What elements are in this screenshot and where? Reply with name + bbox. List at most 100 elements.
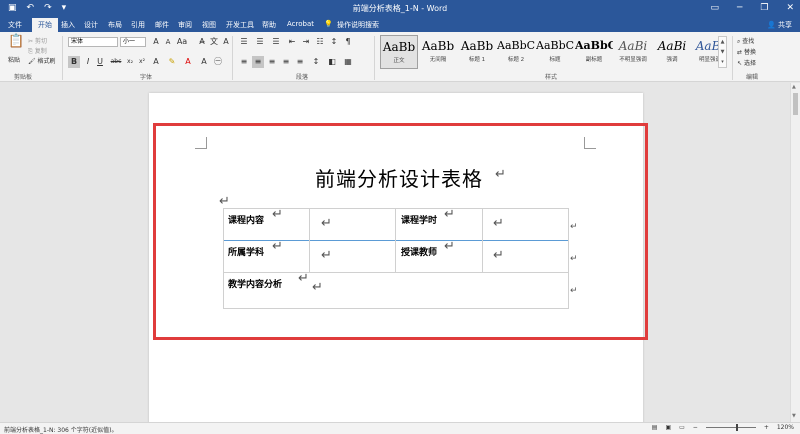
- styles-group-label: 样式: [545, 74, 558, 81]
- status-right: ▤ ▣ ▭ − + 120%: [652, 424, 794, 431]
- style-heading-2[interactable]: AaBbC 标题 2: [497, 35, 535, 69]
- web-layout-icon[interactable]: ▭: [679, 424, 685, 431]
- style-no-spacing[interactable]: AaBb 无间隔: [419, 35, 457, 69]
- group-divider: [232, 36, 233, 80]
- lightbulb-icon: 💡: [324, 20, 333, 28]
- minimize-icon[interactable]: ─: [737, 2, 742, 14]
- zoom-in-icon[interactable]: +: [764, 424, 769, 431]
- word-count-status[interactable]: 前端分析表格_1-N: 306 个字符(近似值)。: [4, 425, 117, 434]
- ribbon-options-icon[interactable]: ▭: [710, 2, 719, 14]
- asian-layout-icon[interactable]: ☷: [314, 36, 326, 48]
- align-center-icon[interactable]: ≡: [252, 56, 264, 68]
- replace-icon: ⇄: [737, 49, 743, 56]
- group-divider: [374, 36, 375, 80]
- character-border-icon[interactable]: A: [220, 36, 232, 48]
- change-case-icon[interactable]: Aa: [176, 36, 188, 48]
- tab-view[interactable]: 视图: [202, 20, 216, 30]
- ribbon: 📋 粘贴 ✂ 剪切 ⎘ 复制 🖌 格式刷 剪贴板 宋体 小一 A A Aa A̶…: [0, 32, 800, 82]
- style-title[interactable]: AaBbC 标题: [536, 35, 574, 69]
- zoom-level[interactable]: 120%: [777, 424, 794, 431]
- show-marks-icon[interactable]: ¶: [342, 36, 354, 48]
- bold-button[interactable]: B: [68, 56, 80, 68]
- phonetic-guide-icon[interactable]: 文: [208, 36, 220, 48]
- group-divider: [62, 36, 63, 80]
- cut-button[interactable]: ✂ 剪切: [28, 36, 47, 45]
- tell-me-search[interactable]: 操作说明搜索: [337, 20, 379, 30]
- bullets-icon[interactable]: ☰: [238, 36, 250, 48]
- annotation-highlight-box: [153, 123, 648, 340]
- tab-acrobat[interactable]: Acrobat: [287, 20, 314, 28]
- scrollbar-thumb[interactable]: [793, 93, 798, 115]
- format-painter-button[interactable]: 🖌 格式刷: [28, 56, 56, 65]
- tab-layout[interactable]: 布局: [108, 20, 122, 30]
- shrink-font-icon[interactable]: A: [162, 36, 174, 48]
- paste-label[interactable]: 粘贴: [8, 55, 20, 64]
- zoom-slider-thumb[interactable]: [735, 424, 738, 431]
- copy-button[interactable]: ⎘ 复制: [28, 46, 47, 56]
- close-icon[interactable]: ✕: [786, 2, 794, 14]
- replace-button[interactable]: ⇄ 替换: [737, 47, 756, 56]
- clipboard-group-label: 剪贴板: [14, 74, 33, 81]
- font-color-icon[interactable]: A: [182, 56, 194, 68]
- tab-help[interactable]: 帮助: [262, 20, 276, 30]
- grow-font-icon[interactable]: A: [150, 36, 162, 48]
- tab-design[interactable]: 设计: [84, 20, 98, 30]
- style-subtitle[interactable]: AaBbC 副标题: [575, 35, 613, 69]
- underline-button[interactable]: U: [94, 56, 106, 68]
- zoom-slider[interactable]: [705, 424, 756, 431]
- title-bar: ▣ ↶ ↷ ▾ 前端分析表格_1-N - Word ▭ ─ ❐ ✕: [0, 0, 800, 17]
- character-shading-icon[interactable]: A: [198, 56, 210, 68]
- paste-icon[interactable]: 📋: [8, 35, 24, 54]
- tab-references[interactable]: 引用: [131, 20, 145, 30]
- group-divider: [732, 36, 733, 80]
- ribbon-tabs: 文件 开始 插入 设计 布局 引用 邮件 审阅 视图 开发工具 帮助 Acrob…: [0, 17, 800, 32]
- tab-mailings[interactable]: 邮件: [155, 20, 169, 30]
- tab-review[interactable]: 审阅: [178, 20, 192, 30]
- styles-gallery: AaBb 正文 AaBb 无间隔 AaBb 标题 1 AaBbC 标题 2 Aa…: [380, 35, 728, 71]
- align-left-icon[interactable]: ≡: [238, 56, 250, 68]
- decrease-indent-icon[interactable]: ⇤: [286, 36, 298, 48]
- share-button[interactable]: 👤 共享: [767, 20, 792, 30]
- clear-format-icon[interactable]: A̶: [196, 36, 208, 48]
- styles-more-button[interactable]: ▲ ▼ ▾: [718, 36, 727, 68]
- justify-icon[interactable]: ≡: [280, 56, 292, 68]
- increase-indent-icon[interactable]: ⇥: [300, 36, 312, 48]
- scroll-down-icon[interactable]: ▼: [792, 413, 796, 419]
- numbering-icon[interactable]: ☰: [254, 36, 266, 48]
- read-mode-icon[interactable]: ▤: [652, 424, 658, 431]
- maximize-icon[interactable]: ❐: [760, 2, 768, 14]
- align-right-icon[interactable]: ≡: [266, 56, 278, 68]
- text-effects-icon[interactable]: A: [150, 56, 162, 68]
- enclose-characters-icon[interactable]: ㊀: [212, 56, 224, 68]
- style-normal[interactable]: AaBb 正文: [380, 35, 418, 69]
- zoom-out-icon[interactable]: −: [693, 424, 698, 431]
- window-title: 前端分析表格_1-N - Word: [352, 4, 448, 13]
- subscript-button[interactable]: x₂: [124, 56, 136, 68]
- style-subtle-emphasis[interactable]: AaBi 不明显强调: [614, 35, 652, 69]
- tab-developer[interactable]: 开发工具: [226, 20, 254, 30]
- print-layout-icon[interactable]: ▣: [665, 424, 671, 431]
- tab-file[interactable]: 文件: [8, 20, 22, 30]
- scroll-up-icon[interactable]: ▲: [792, 84, 796, 90]
- borders-icon[interactable]: ▦: [342, 56, 354, 68]
- tab-insert[interactable]: 插入: [61, 20, 75, 30]
- style-emphasis[interactable]: AaBi 强调: [653, 35, 691, 69]
- multilevel-list-icon[interactable]: ☰: [270, 36, 282, 48]
- sort-icon[interactable]: ↕: [328, 36, 340, 48]
- person-icon: 👤: [767, 21, 776, 29]
- editing-group-label: 编辑: [746, 74, 759, 81]
- tab-home[interactable]: 开始: [32, 18, 58, 32]
- line-spacing-icon[interactable]: ↕: [310, 56, 322, 68]
- font-name-combo[interactable]: 宋体: [68, 37, 118, 47]
- shading-icon[interactable]: ◧: [326, 56, 338, 68]
- select-button[interactable]: ↖ 选择: [737, 58, 756, 67]
- superscript-button[interactable]: x²: [136, 56, 148, 68]
- highlight-color-icon[interactable]: ✎: [166, 56, 178, 68]
- vertical-scrollbar[interactable]: ▲ ▼: [790, 83, 800, 422]
- italic-button[interactable]: I: [82, 56, 94, 68]
- style-heading-1[interactable]: AaBb 标题 1: [458, 35, 496, 69]
- strikethrough-button[interactable]: abc: [110, 56, 122, 68]
- distributed-icon[interactable]: ≡: [294, 56, 306, 68]
- font-size-combo[interactable]: 小一: [120, 37, 146, 47]
- find-button[interactable]: ⌕ 查找: [737, 36, 754, 46]
